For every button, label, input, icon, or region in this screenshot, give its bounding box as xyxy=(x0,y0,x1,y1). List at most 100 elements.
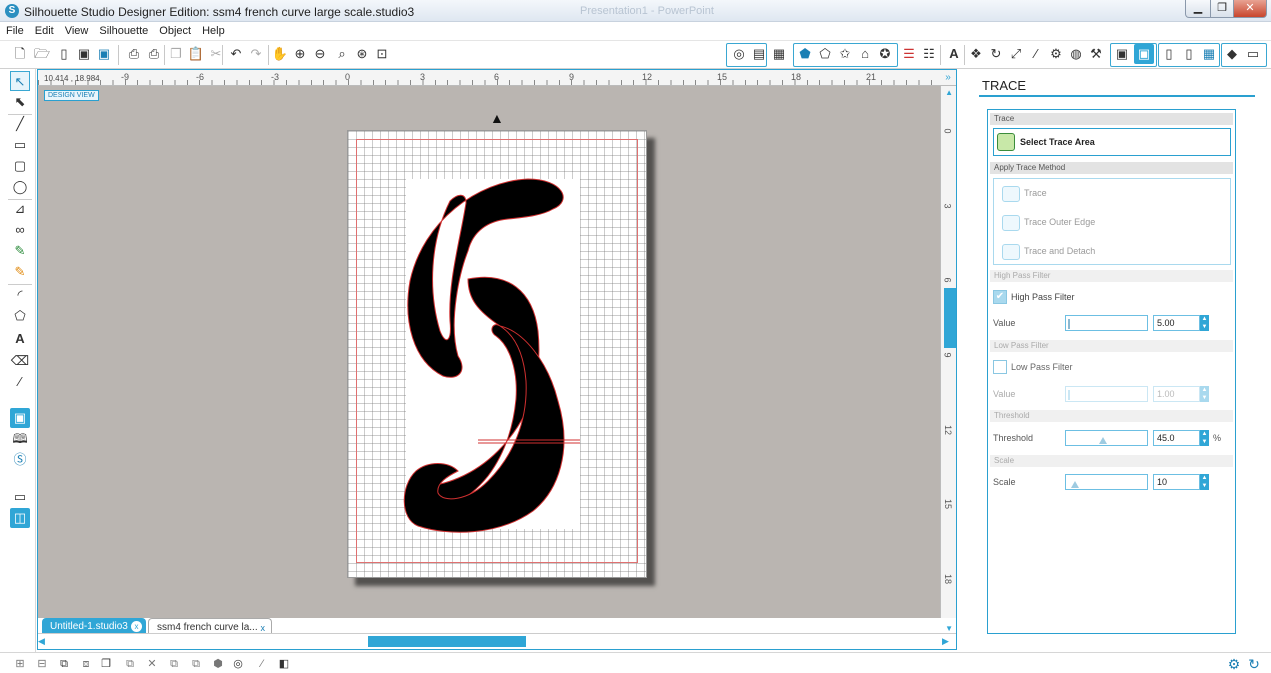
rounded-rect-tool-icon[interactable]: ▢ xyxy=(10,156,30,176)
smooth-freehand-icon[interactable]: ✎ xyxy=(10,262,30,282)
open-library-icon[interactable]: ▯ xyxy=(54,44,74,64)
new-icon[interactable]: 🗋 xyxy=(10,44,30,64)
library-icon[interactable]: ▭ xyxy=(1243,44,1263,64)
scale-value-input[interactable]: 10 xyxy=(1153,474,1200,490)
trace-button[interactable]: Trace xyxy=(1002,185,1047,202)
knife-tool-icon[interactable]: ⁄ xyxy=(10,372,30,392)
cut-icon[interactable]: ✂ xyxy=(206,44,226,64)
high-pass-checkbox[interactable]: ✔ xyxy=(993,290,1007,304)
star-shape-icon[interactable]: ⬠ xyxy=(815,44,835,64)
threshold-spinner[interactable]: ▲ ▼ xyxy=(1200,430,1209,446)
maximize-button[interactable]: ❐ xyxy=(1210,0,1234,18)
page-up-arrow-icon[interactable]: ▲ xyxy=(490,110,504,126)
high-pass-spinner[interactable]: ▲ ▼ xyxy=(1200,315,1209,331)
menu-view[interactable]: View xyxy=(59,22,94,37)
page-setup-icon[interactable]: ▯ xyxy=(1159,44,1179,64)
split-view-icon[interactable]: ◫ xyxy=(10,508,30,528)
print-cut-icon[interactable]: ⎙ xyxy=(144,44,164,64)
trace-and-detach-button[interactable]: Trace and Detach xyxy=(1002,243,1095,260)
arc-tool-icon[interactable]: ◜ xyxy=(10,285,30,305)
threshold-slider[interactable] xyxy=(1065,430,1148,446)
menu-silhouette[interactable]: Silhouette xyxy=(93,22,153,37)
offset-icon[interactable]: ⌂ xyxy=(855,44,875,64)
send-backward-icon[interactable]: ⧉ xyxy=(188,656,204,672)
line-color-icon[interactable]: ▤ xyxy=(749,44,769,64)
scroll-left-icon[interactable]: ◀ xyxy=(38,636,48,647)
save-icon[interactable]: ▣ xyxy=(74,44,94,64)
vertical-scroll-thumb[interactable] xyxy=(944,288,956,348)
scale-spinner[interactable]: ▲ ▼ xyxy=(1200,474,1209,490)
slider-thumb[interactable] xyxy=(1099,437,1107,444)
fill-icon[interactable]: ◎ xyxy=(729,44,749,64)
text-tool-icon[interactable]: A xyxy=(10,329,30,349)
grid-icon[interactable]: ▦ xyxy=(1199,44,1219,64)
slider-thumb[interactable] xyxy=(1068,390,1070,400)
low-pass-checkbox[interactable] xyxy=(993,360,1007,374)
pattern-icon[interactable]: ⬟ xyxy=(795,44,815,64)
scroll-right-icon[interactable]: ▶ xyxy=(942,636,952,647)
menu-help[interactable]: Help xyxy=(196,22,230,37)
zoom-drag-icon[interactable]: ⊛ xyxy=(352,44,372,64)
offset-target-icon[interactable]: ◎ xyxy=(230,656,246,672)
layers-icon[interactable]: ◧ xyxy=(276,656,292,672)
polygon-tool-icon[interactable]: ⊿ xyxy=(10,199,30,219)
text-icon[interactable]: A xyxy=(944,44,964,64)
low-pass-spinner[interactable]: ▲ ▼ xyxy=(1200,386,1209,402)
zoom-in-icon[interactable]: ⊕ xyxy=(290,44,310,64)
zoom-out-icon[interactable]: ⊖ xyxy=(310,44,330,64)
design-view-icon[interactable]: ▣ xyxy=(10,408,30,428)
eraser-tool-icon[interactable]: ⌫ xyxy=(10,351,30,371)
sync-icon[interactable]: ↻ xyxy=(1246,656,1262,672)
save-library-icon[interactable]: ▣ xyxy=(94,44,114,64)
line-style-icon[interactable]: ✪ xyxy=(875,44,895,64)
make-group-icon[interactable]: ⬢ xyxy=(210,656,226,672)
gradient-icon[interactable]: ▦ xyxy=(769,44,789,64)
line-color2-icon[interactable]: ☰ xyxy=(899,44,919,64)
scale-icon[interactable]: ⤢ xyxy=(1006,44,1026,64)
line-width-icon[interactable]: ☷ xyxy=(919,44,939,64)
weld-icon[interactable]: ◍ xyxy=(1066,44,1086,64)
line-tool-icon[interactable]: ╱ xyxy=(10,114,30,134)
edit-points-icon[interactable]: ⬉ xyxy=(10,92,30,112)
tab-close-icon[interactable]: x xyxy=(131,621,142,632)
trace-outer-edge-button[interactable]: Trace Outer Edge xyxy=(1002,214,1095,231)
select-trace-area-button[interactable]: Select Trace Area xyxy=(993,128,1231,156)
print-icon[interactable]: ⎙ xyxy=(124,44,144,64)
store-icon[interactable]: Ⓢ xyxy=(10,450,30,470)
scroll-up-icon[interactable]: ▲ xyxy=(945,88,953,97)
open-icon[interactable]: 🗁 xyxy=(32,44,52,64)
slider-thumb[interactable] xyxy=(1071,481,1079,488)
design-area[interactable]: DESIGN VIEW ▲ xyxy=(38,86,940,618)
low-pass-value-input[interactable]: 1.00 xyxy=(1153,386,1200,402)
single-view-icon[interactable]: ▭ xyxy=(10,487,30,507)
menu-edit[interactable]: Edit xyxy=(29,22,59,37)
point-edit-icon[interactable]: ⁄ xyxy=(254,656,270,672)
french-curve-image[interactable] xyxy=(348,131,648,579)
minimize-button[interactable]: ▁ xyxy=(1185,0,1211,18)
cut-settings-icon[interactable]: ▯ xyxy=(1179,44,1199,64)
high-pass-slider[interactable] xyxy=(1065,315,1148,331)
low-pass-slider[interactable] xyxy=(1065,386,1148,402)
high-pass-value-input[interactable]: 5.00 xyxy=(1153,315,1200,331)
undo-icon[interactable]: ↶ xyxy=(226,44,246,64)
settings-gear-icon[interactable]: ⚙ xyxy=(1226,656,1242,672)
eraser-icon[interactable]: ◆ xyxy=(1222,44,1242,64)
image-effects-icon[interactable]: ▣ xyxy=(1112,44,1132,64)
horizontal-scrollbar[interactable]: ◀ ▶ xyxy=(38,633,956,649)
pan-icon[interactable]: ✋ xyxy=(270,44,290,64)
freehand-tool-icon[interactable]: ✎ xyxy=(10,241,30,261)
delete-icon[interactable]: ✕ xyxy=(144,656,160,672)
regular-polygon-icon[interactable]: ⬠ xyxy=(10,306,30,326)
scroll-thumb[interactable] xyxy=(368,636,526,647)
zoom-select-icon[interactable]: ⌕ xyxy=(332,44,352,64)
curve-tool-icon[interactable]: ∞ xyxy=(10,220,30,240)
transform-icon[interactable]: ❖ xyxy=(966,44,986,64)
close-button[interactable]: ✕ xyxy=(1233,0,1267,18)
fit-page-icon[interactable]: ⊡ xyxy=(372,44,392,64)
menu-object[interactable]: Object xyxy=(153,22,196,37)
paste-icon[interactable]: 📋 xyxy=(186,44,206,64)
select-tool-icon[interactable]: ↖ xyxy=(10,71,30,91)
scale-slider[interactable] xyxy=(1065,474,1148,490)
duplicate-icon[interactable]: ❐ xyxy=(98,656,114,672)
replicate-icon[interactable]: ✩ xyxy=(835,44,855,64)
